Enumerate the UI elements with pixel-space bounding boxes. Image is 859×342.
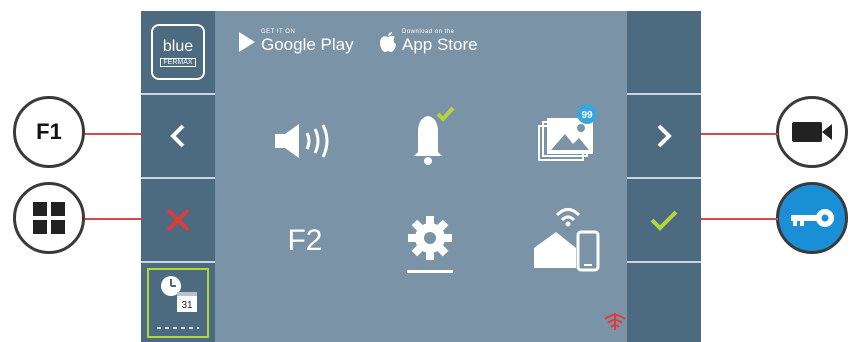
camera-icon [792,122,832,142]
left-panel: blue FERMAX 31 [141,11,215,342]
logo-subtext: FERMAX [160,57,196,67]
home-wifi-button[interactable] [521,201,611,281]
blue-fermax-logo: blue FERMAX [151,24,205,80]
main-menu: GET IT ON Google Play Download on the Ap… [215,11,627,342]
volume-button[interactable] [255,111,355,171]
grid-connector-line [85,218,141,220]
monitor-screen: blue FERMAX 31 GET IT ON Google Play Dow… [141,11,701,342]
speaker-icon [275,124,329,158]
next-button[interactable] [627,95,701,179]
key-connector-line [701,218,778,220]
camera-connector-line [701,133,778,135]
calendar-clock-icon: 31 [157,276,199,329]
right-top-cell [627,11,701,95]
f2-button[interactable]: F2 [265,211,345,271]
apple-icon [380,31,396,52]
app-store-badge[interactable]: Download on the App Store [379,29,478,54]
home-wifi-icon [534,208,600,272]
wifi-status-icon [604,313,626,330]
calendar-day: 31 [181,300,193,311]
bell-icon [414,106,455,165]
right-panel [627,11,701,342]
brand-cell: blue FERMAX [141,11,215,95]
gallery-icon: 99 [538,104,597,161]
camera-hardware-button[interactable] [776,96,848,168]
grid-icon [33,202,65,234]
google-play-badge[interactable]: GET IT ON Google Play [237,29,354,54]
gear-icon [408,216,452,260]
google-play-icon [239,31,255,52]
logo-text: blue [162,37,194,55]
wifi-status-indicator [603,311,627,336]
bell-button[interactable] [385,101,475,171]
gallery-button[interactable]: 99 [521,101,611,171]
check-icon [650,210,678,231]
settings-button[interactable] [385,206,475,281]
key-hardware-button[interactable] [776,182,848,254]
settings-underline [407,270,453,273]
key-icon [791,209,834,227]
confirm-button[interactable] [627,179,701,263]
prev-button[interactable] [141,95,215,179]
agenda-button[interactable]: 31 [147,268,209,338]
cancel-button[interactable] [141,179,215,263]
f1-hardware-button[interactable]: F1 [13,96,85,168]
f1-connector-line [85,133,141,135]
close-icon [166,208,190,232]
f1-label: F1 [36,119,62,144]
f2-label: F2 [287,224,323,257]
grid-hardware-button[interactable] [13,182,85,254]
google-play-label: Google Play [261,35,354,54]
app-store-label: App Store [402,35,478,54]
gallery-badge: 99 [581,110,593,121]
chevron-right-icon [657,124,672,148]
chevron-left-icon [170,124,185,148]
